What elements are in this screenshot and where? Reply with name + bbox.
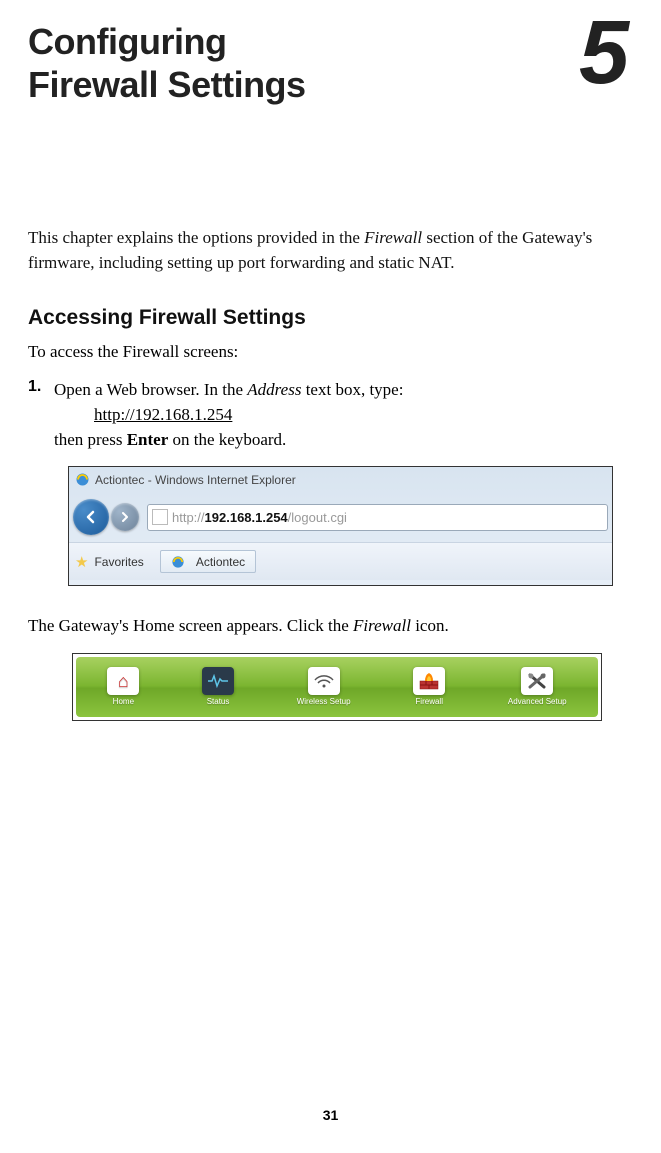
nav-wireless[interactable]: Wireless Setup: [297, 667, 351, 706]
forward-button[interactable]: [111, 503, 139, 531]
config-url: http://192.168.1.254: [94, 405, 232, 424]
back-button[interactable]: [73, 499, 109, 535]
nav-status[interactable]: Status: [202, 667, 234, 706]
favorites-bar: ★ Favorites Actiontec: [69, 542, 612, 580]
favorites-star-icon[interactable]: ★: [75, 553, 88, 571]
nav-home[interactable]: ⌂ Home: [107, 667, 139, 706]
ie-titlebar: Actiontec - Windows Internet Explorer: [69, 467, 612, 492]
status-icon: [202, 667, 234, 695]
firewall-italic: Firewall: [364, 228, 422, 247]
nav-advanced[interactable]: Advanced Setup: [508, 667, 567, 706]
address-bar[interactable]: http://192.168.1.254/logout.cgi: [147, 504, 608, 531]
nav-advanced-label: Advanced Setup: [508, 697, 567, 706]
step-number: 1.: [28, 378, 54, 452]
page-number: 31: [323, 1107, 339, 1123]
gateway-navbar: ⌂ Home Status Wireless Setup Firewall: [76, 657, 598, 717]
navbar-screenshot: ⌂ Home Status Wireless Setup Firewall: [72, 653, 602, 721]
tab-ie-icon: [171, 554, 186, 569]
favorites-label[interactable]: Favorites: [94, 555, 143, 569]
chapter-title-line1: Configuring: [28, 21, 226, 62]
address-italic: Address: [247, 380, 301, 399]
tools-icon: [521, 667, 553, 695]
url-prefix: http://: [172, 510, 205, 525]
browser-screenshot: Actiontec - Windows Internet Explorer ht…: [68, 466, 613, 586]
ie-window: Actiontec - Windows Internet Explorer ht…: [69, 467, 612, 585]
chapter-title: Configuring Firewall Settings: [28, 20, 306, 106]
nav-home-label: Home: [113, 697, 134, 706]
nav-wireless-label: Wireless Setup: [297, 697, 351, 706]
step-1: 1. Open a Web browser. In the Address te…: [28, 378, 633, 452]
wireless-icon: [308, 667, 340, 695]
chapter-title-line2: Firewall Settings: [28, 64, 306, 105]
ie-title-text: Actiontec - Windows Internet Explorer: [95, 473, 296, 487]
step-body: Open a Web browser. In the Address text …: [54, 378, 403, 452]
page-icon: [152, 509, 168, 525]
chapter-number: 5: [579, 15, 629, 92]
browser-tab[interactable]: Actiontec: [160, 550, 256, 573]
ie-toolbar: http://192.168.1.254/logout.cgi: [69, 492, 612, 542]
nav-status-label: Status: [207, 697, 230, 706]
firewall-icon: [413, 667, 445, 695]
ie-logo-icon: [75, 472, 90, 487]
nav-firewall[interactable]: Firewall: [413, 667, 445, 706]
page-header: Configuring Firewall Settings 5: [28, 20, 633, 106]
url-main: 192.168.1.254: [205, 510, 288, 525]
url-suffix: /logout.cgi: [288, 510, 347, 525]
firewall-icon-italic: Firewall: [353, 616, 411, 635]
home-icon: ⌂: [107, 667, 139, 695]
intro-paragraph: This chapter explains the options provid…: [28, 226, 633, 275]
enter-bold: Enter: [127, 430, 169, 449]
tab-label: Actiontec: [196, 555, 245, 569]
nav-firewall-label: Firewall: [415, 697, 443, 706]
access-text: To access the Firewall screens:: [28, 340, 633, 365]
gateway-text: The Gateway's Home screen appears. Click…: [28, 614, 633, 639]
section-heading: Accessing Firewall Settings: [28, 306, 633, 330]
